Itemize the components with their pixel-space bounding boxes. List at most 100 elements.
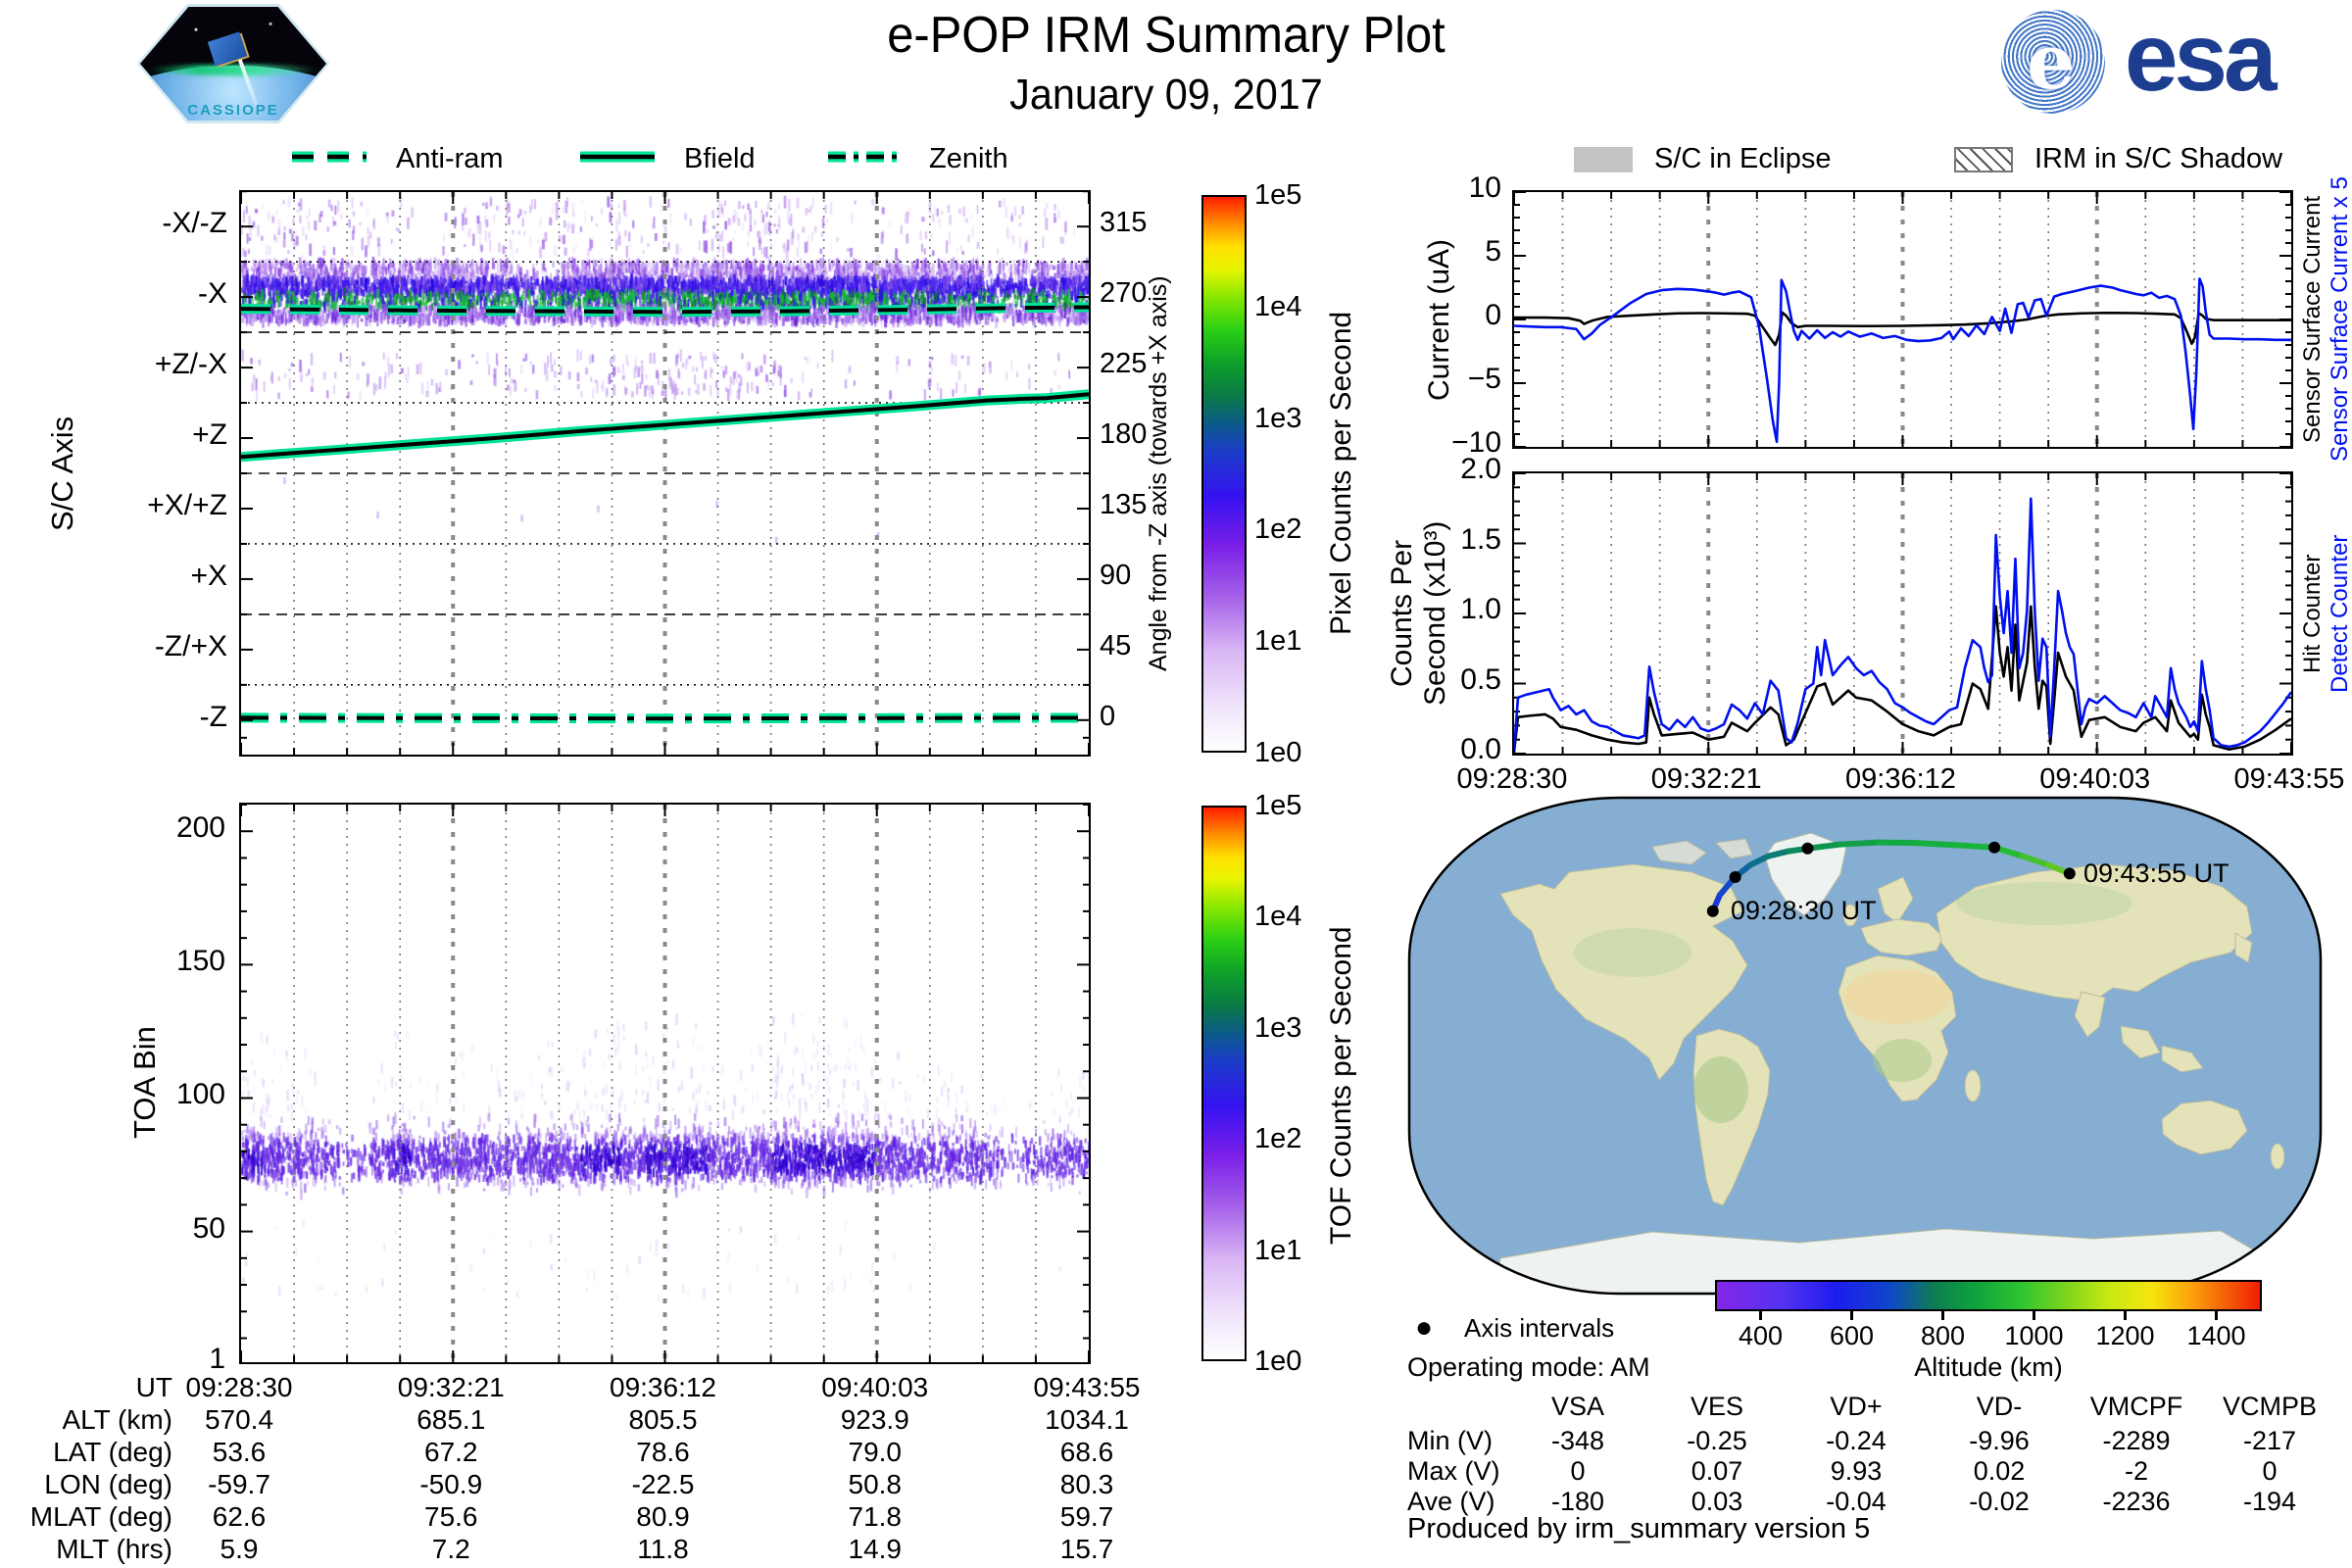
ephemeris-value: 80.3 [1059,1469,1114,1499]
voltage-value: -2 [2124,1456,2148,1486]
sensor-current-svg [1514,192,2291,447]
pixel-colorbar-tick: 1e1 [1254,625,1302,658]
axis-intervals-label: Axis intervals [1464,1313,1615,1343]
voltage-row-label: Min (V) [1407,1426,1493,1455]
legend-antiram-label: Anti-ram [396,143,504,174]
ephemeris-value: 685.1 [416,1404,486,1435]
band-label-zx: -Z/+X [154,629,227,662]
ephemeris-value: 62.6 [212,1501,267,1532]
ephemeris-value: 71.8 [848,1501,903,1532]
ephemeris-value: 11.8 [637,1534,689,1564]
altitude-tick-label: 600 [1829,1321,1875,1350]
pixel-colorbar-tick: 1e4 [1254,290,1302,322]
voltage-column-header: VMCPF [2089,1392,2183,1421]
page-date: January 09, 2017 [1009,71,1323,119]
ephemeris-value: -50.9 [419,1469,483,1499]
altitude-tick [1850,1311,1853,1320]
ephemeris-value: 75.6 [424,1501,478,1532]
current-tick-label: −5 [1467,363,1501,395]
voltage-value: -0.04 [1826,1487,1886,1516]
altitude-tick-label: 1400 [2186,1321,2246,1350]
ephemeris-value: 5.9 [220,1534,259,1564]
toa-tick-label: 200 [175,811,225,845]
time-axis-label: 09:28:30 [1456,763,1568,795]
angle-tick-label: 225 [1100,348,1148,380]
angle-tick-label: 45 [1100,629,1132,662]
pixel-colorbar-title: Pixel Counts per Second [1325,311,1357,636]
altitude-tick-label: 400 [1738,1321,1784,1350]
operating-mode-label: Operating mode: AM [1407,1352,1650,1382]
voltage-column-header: VES [1690,1392,1744,1421]
tof-colorbar-tick: 1e5 [1254,790,1302,821]
page: CASSIOPE e-POP IRM Summary Plot January … [0,0,2352,1568]
ephemeris-row-label: ALT (km) [62,1404,172,1435]
pixel-colorbar [1201,195,1247,753]
ephemeris-value: 15.7 [1059,1534,1114,1564]
altitude-tick [1759,1311,1762,1320]
band-label-x: -X [198,277,227,311]
legend-eclipse-label: S/C in Eclipse [1654,143,1832,174]
band-label-x: +X [190,559,227,592]
voltage-value: -194 [2242,1487,2297,1516]
ephemeris-value: 80.9 [636,1501,690,1532]
angle-tick-label: 135 [1100,488,1148,520]
ephemeris-value: 09:43:55 [1033,1372,1141,1402]
angle-tick-label: 270 [1100,277,1148,310]
toa-tick-label: 1 [209,1343,225,1375]
ephemeris-value: 923.9 [840,1404,909,1435]
ephemeris-value: 09:28:30 [185,1372,293,1402]
pixel-colorbar-tick: 1e5 [1254,179,1302,211]
badge-earth [140,66,326,121]
altitude-tick-label: 1200 [2095,1321,2155,1350]
voltage-value: -0.02 [1969,1487,2030,1516]
toa-tick-label: 100 [175,1078,225,1111]
voltage-value: -2289 [2102,1426,2171,1455]
ephemeris-value: 50.8 [848,1469,903,1499]
ephemeris-value: 09:32:21 [397,1372,505,1402]
esa-globe-e: e [2027,18,2076,107]
ephemeris-value: 53.6 [212,1437,267,1467]
angle-tick-label: 90 [1100,559,1132,591]
badge-aurora [147,65,319,75]
ephemeris-value: 570.4 [204,1404,274,1435]
altitude-tick [2124,1311,2127,1320]
esa-logo-globe-icon: e [2001,10,2105,114]
band-label-xz: +X/+Z [147,488,227,521]
voltage-column-header: VD+ [1830,1392,1883,1421]
band-label-z: -Z [199,700,227,733]
voltage-value: 0.03 [1690,1487,1743,1516]
pixel-colorbar-tick: 1e0 [1254,737,1302,768]
pixel-colorbar-tick: 1e2 [1254,514,1302,546]
band-label-z: +Z [192,418,227,452]
axis-intervals-dot-icon: ● [1415,1311,1434,1344]
time-axis-label: 09:32:21 [1650,763,1762,795]
ephemeris-value: -22.5 [631,1469,695,1499]
voltage-value: -2236 [2102,1487,2171,1516]
current-tick-label: 10 [1468,172,1501,204]
detect-counter-right-label: Detect Counter [2327,534,2352,693]
esa-wordmark: esa [2125,3,2278,111]
page-title: e-POP IRM Summary Plot [887,7,1446,64]
voltage-column-header: VD- [1976,1392,2023,1421]
map-start-time-label: 09:28:30 UT [1731,896,1877,925]
angle-tick-label: 180 [1100,418,1148,451]
counts-tick-label: 1.5 [1460,522,1501,556]
time-axis-label: 09:36:12 [1845,763,1956,795]
tof-colorbar-title: TOF Counts per Second [1325,926,1357,1246]
ephemeris-value: 14.9 [848,1534,903,1564]
antiram-line-sample [292,151,367,163]
voltage-column-header: VSA [1550,1392,1605,1421]
toa-overlay [241,805,1089,1362]
band-label-xz: -X/-Z [162,207,227,240]
counter-rates-plot [1512,471,2293,756]
ephemeris-value: 79.0 [848,1437,903,1467]
tof-colorbar-tick: 1e4 [1254,901,1302,933]
voltage-row-label: Ave (V) [1407,1487,1495,1516]
voltage-value: 0 [1570,1456,1586,1486]
eclipse-swatch [1574,147,1633,172]
altitude-tick-label: 1000 [2004,1321,2064,1350]
cassiope-mission-badge: CASSIOPE [137,4,329,123]
badge-title: CASSIOPE [187,102,279,119]
time-axis-label: 09:43:55 [2233,763,2345,795]
voltage-value: -9.96 [1969,1426,2030,1455]
